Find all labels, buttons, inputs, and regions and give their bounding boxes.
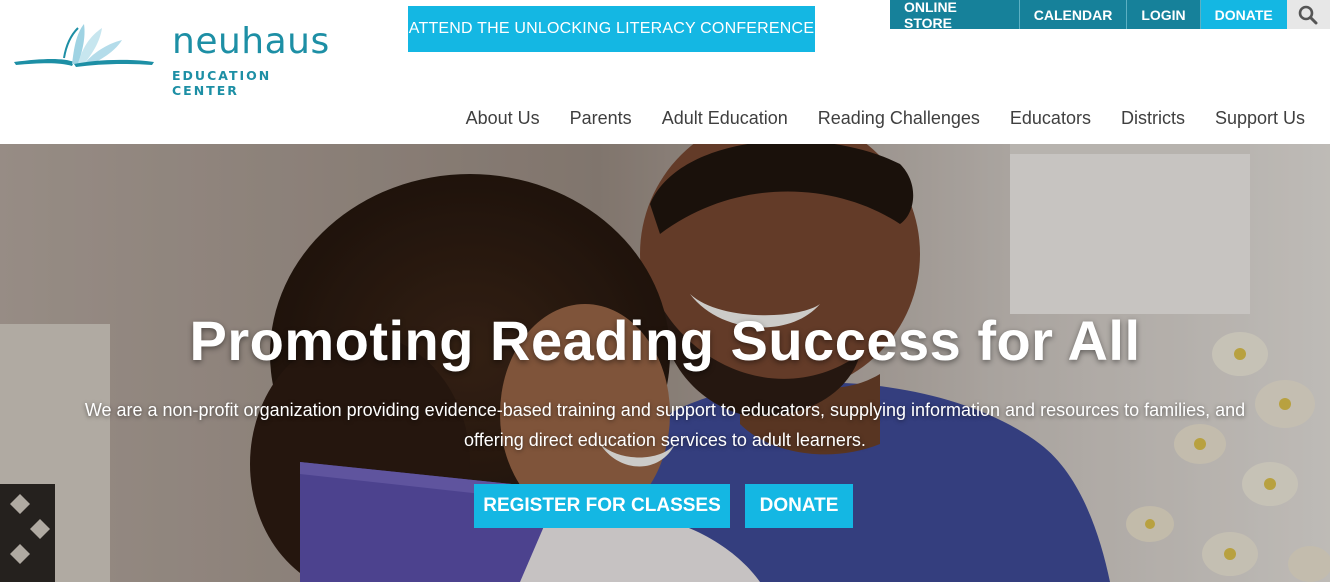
hero-section: Promoting Reading Success for All We are… [0,144,1330,582]
search-button[interactable] [1286,0,1330,29]
neuhaus-logo[interactable]: neuhaus EDUCATION CENTER [14,18,344,98]
nav-districts[interactable]: Districts [1106,104,1200,132]
login-link[interactable]: LOGIN [1127,0,1201,29]
logo-wordmark: neuhaus [172,21,330,62]
site-header: neuhaus EDUCATION CENTER ATTEND THE UNLO… [0,0,1330,144]
nav-support-us[interactable]: Support Us [1200,104,1320,132]
header-donate-button[interactable]: DONATE [1200,0,1287,29]
logo-subtitle: EDUCATION CENTER [172,68,272,98]
nav-reading-challenges[interactable]: Reading Challenges [803,104,995,132]
nav-adult-education[interactable]: Adult Education [647,104,803,132]
hero-description: We are a non-profit organization providi… [84,400,1246,450]
register-for-classes-button[interactable]: REGISTER FOR CLASSES [474,484,730,528]
calendar-link[interactable]: CALENDAR [1019,0,1128,29]
nav-about-us[interactable]: About Us [451,104,555,132]
main-nav: About Us Parents Adult Education Reading… [451,104,1320,132]
online-store-link[interactable]: ONLINE STORE [890,0,1020,31]
hero-donate-button[interactable]: DONATE [745,484,853,528]
nav-parents[interactable]: Parents [555,104,647,132]
hero-title: Promoting Reading Success for All [189,309,1141,372]
conference-banner-button[interactable]: ATTEND THE UNLOCKING LITERACY CONFERENCE [408,6,815,52]
utility-nav: ONLINE STORE CALENDAR LOGIN DONATE [890,0,1330,31]
search-icon [1299,5,1318,24]
open-book-icon [14,24,154,67]
nav-educators[interactable]: Educators [995,104,1106,132]
